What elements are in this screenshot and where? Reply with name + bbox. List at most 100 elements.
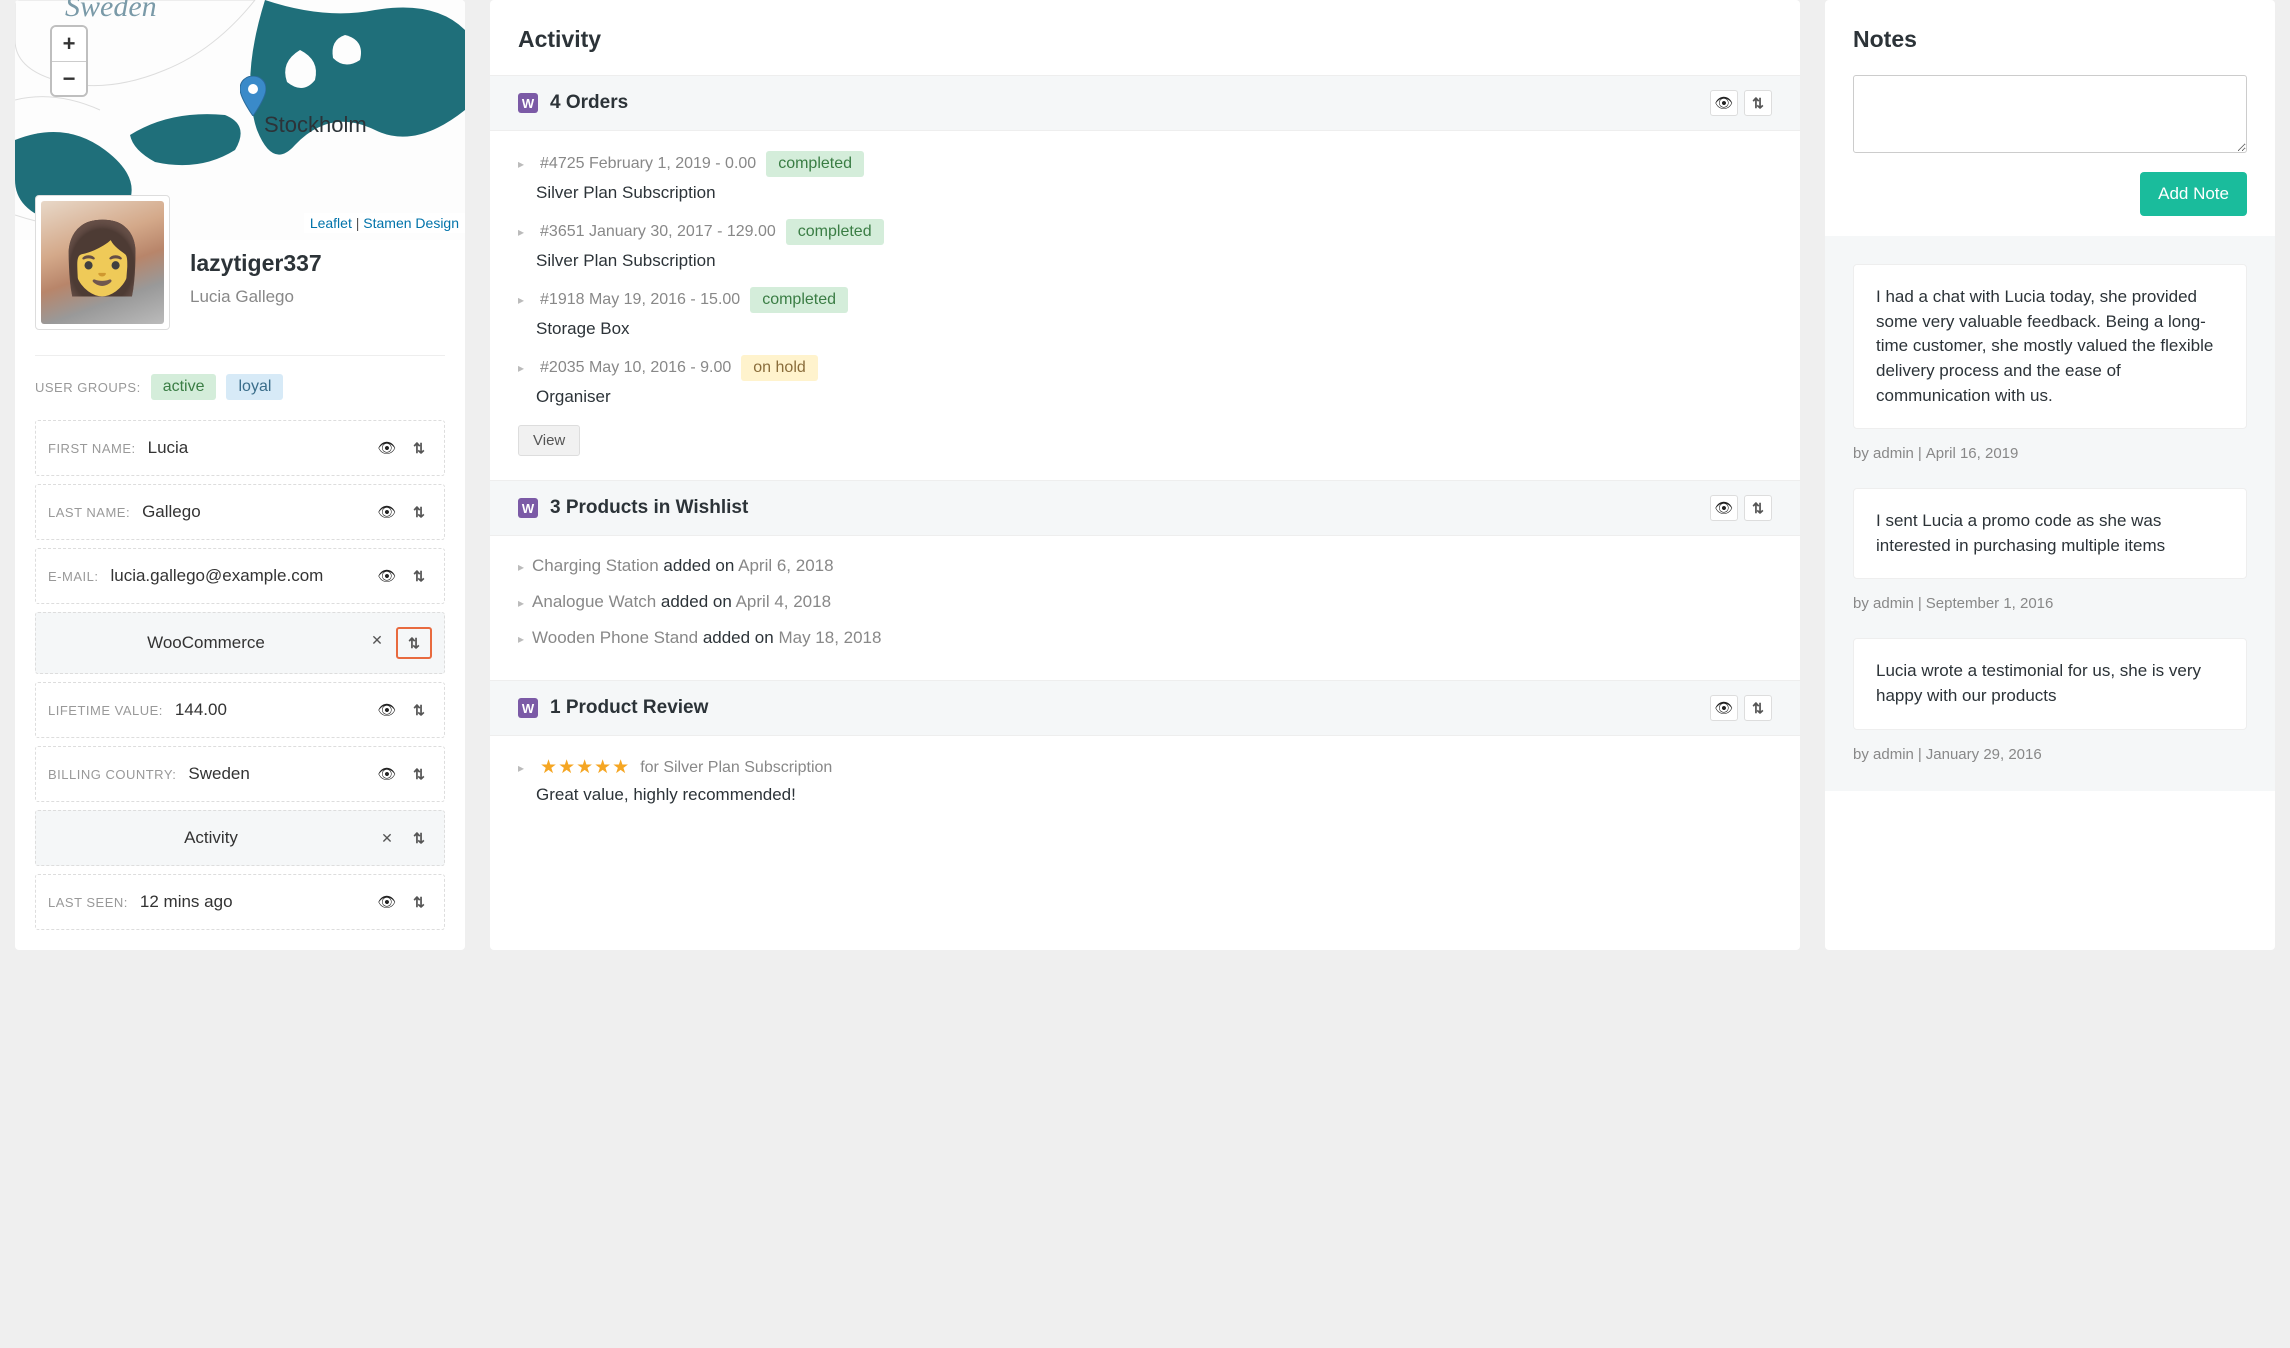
order-item: ▸#2035 May 10, 2016 - 9.00on holdOrganis… xyxy=(518,347,1772,415)
visibility-icon[interactable] xyxy=(1710,90,1738,116)
visibility-icon[interactable] xyxy=(374,761,400,787)
sort-icon[interactable] xyxy=(406,825,432,851)
field-first-name: FIRST NAME: Lucia xyxy=(35,420,445,476)
note-date-link[interactable]: September 1, 2016 xyxy=(1926,595,2054,612)
caret-icon: ▸ xyxy=(518,596,524,610)
map-city-label: Stockholm xyxy=(264,112,367,138)
sort-icon[interactable] xyxy=(401,630,427,656)
view-orders-button[interactable]: View xyxy=(518,425,580,456)
note-meta: by admin|January 29, 2016 xyxy=(1853,746,2247,763)
status-badge: completed xyxy=(750,287,848,313)
sort-icon[interactable] xyxy=(1744,90,1772,116)
fullname: Lucia Gallego xyxy=(190,287,322,307)
wishlist-item: ▸Charging Station added on April 6, 2018 xyxy=(518,548,1772,584)
reviews-title: 1 Product Review xyxy=(550,697,708,719)
note-author-link[interactable]: by admin xyxy=(1853,595,1914,612)
field-billing-country: BILLING COUNTRY: Sweden xyxy=(35,746,445,802)
wishlist-product: Charging Station xyxy=(532,556,659,575)
status-badge: completed xyxy=(786,219,884,245)
orders-list: ▸ #4725 February 1, 2019 - 0.00 completed S… xyxy=(490,131,1800,480)
caret-icon: ▸ xyxy=(518,761,524,775)
order-item: ▸ #1918 May 19, 2016 - 15.00 completed Stor… xyxy=(518,279,1772,347)
add-note-button[interactable]: Add Note xyxy=(2140,172,2247,216)
note-meta: by admin|September 1, 2016 xyxy=(1853,595,2247,612)
field-lifetime-value: LIFETIME VALUE: 144.00 xyxy=(35,682,445,738)
activity-title: Activity xyxy=(490,0,1800,75)
wishlist-section-header: W 3 Products in Wishlist xyxy=(490,480,1800,536)
caret-icon: ▸ xyxy=(518,560,524,574)
woo-badge-icon: W xyxy=(518,698,538,718)
note-author-link[interactable]: by admin xyxy=(1853,445,1914,462)
map-country-label: Sweden xyxy=(65,0,157,24)
orders-section-header: W 4 Orders xyxy=(490,75,1800,131)
visibility-icon[interactable] xyxy=(1710,495,1738,521)
sort-icon[interactable] xyxy=(406,889,432,915)
visibility-icon[interactable] xyxy=(374,499,400,525)
notes-panel: Notes Add Note I had a chat with Lucia t… xyxy=(1825,0,2275,950)
order-item: ▸#3651 January 30, 2017 - 129.00complete… xyxy=(518,211,1772,279)
section-woocommerce: WooCommerce xyxy=(35,612,445,674)
avatar xyxy=(35,195,170,330)
wishlist-product: Analogue Watch xyxy=(532,592,656,611)
order-summary: #2035 May 10, 2016 - 9.00 xyxy=(540,359,731,377)
order-product: Organiser xyxy=(518,387,1772,407)
wishlist-list: ▸Charging Station added on April 6, 2018… xyxy=(490,536,1800,680)
wishlist-item: ▸Wooden Phone Stand added on May 18, 201… xyxy=(518,620,1772,656)
group-tag-loyal[interactable]: loyal xyxy=(226,374,283,400)
status-badge: on hold xyxy=(741,355,818,381)
sort-icon[interactable] xyxy=(406,499,432,525)
map-zoom-controls: + − xyxy=(50,25,88,97)
sort-icon[interactable] xyxy=(406,563,432,589)
caret-icon: ▸ xyxy=(518,225,524,239)
review-item: ▸ ★★★★★ for Silver Plan Subscription Gre… xyxy=(490,736,1800,837)
close-icon[interactable] xyxy=(374,825,400,851)
orders-title: 4 Orders xyxy=(550,92,628,114)
notes-title: Notes xyxy=(1825,0,2275,75)
order-product: Storage Box xyxy=(518,319,1772,339)
order-product: Silver Plan Subscription xyxy=(518,251,1772,271)
note-card: I had a chat with Lucia today, she provi… xyxy=(1853,264,2247,429)
woo-badge-icon: W xyxy=(518,498,538,518)
sort-icon[interactable] xyxy=(406,761,432,787)
reviews-section-header: W 1 Product Review xyxy=(490,680,1800,736)
close-icon[interactable] xyxy=(364,627,390,653)
order-summary: #4725 February 1, 2019 - 0.00 xyxy=(540,155,756,173)
sort-icon[interactable] xyxy=(406,697,432,723)
visibility-icon[interactable] xyxy=(374,563,400,589)
visibility-icon[interactable] xyxy=(374,697,400,723)
note-input[interactable] xyxy=(1853,75,2247,153)
field-last-seen: LAST SEEN: 12 mins ago xyxy=(35,874,445,930)
note-author-link[interactable]: by admin xyxy=(1853,746,1914,763)
woo-badge-icon: W xyxy=(518,93,538,113)
note-card: I sent Lucia a promo code as she was int… xyxy=(1853,488,2247,579)
map-pin-icon xyxy=(240,76,266,116)
caret-icon: ▸ xyxy=(518,632,524,646)
sort-icon[interactable] xyxy=(1744,695,1772,721)
section-activity: Activity xyxy=(35,810,445,866)
order-summary: #1918 May 19, 2016 - 15.00 xyxy=(540,291,740,309)
username: lazytiger337 xyxy=(190,250,322,277)
user-groups-label: USER GROUPS: xyxy=(35,380,141,395)
activity-panel: Activity W 4 Orders ▸ #4725 February 1, 2… xyxy=(490,0,1800,950)
note-date-link[interactable]: April 16, 2019 xyxy=(1926,445,2019,462)
note-card: Lucia wrote a testimonial for us, she is… xyxy=(1853,638,2247,729)
sort-icon[interactable] xyxy=(1744,495,1772,521)
map-zoom-in-button[interactable]: + xyxy=(52,27,86,61)
field-email: E-MAIL: lucia.gallego@example.com xyxy=(35,548,445,604)
caret-icon: ▸ xyxy=(518,157,524,171)
visibility-icon[interactable] xyxy=(374,435,400,461)
visibility-icon[interactable] xyxy=(1710,695,1738,721)
order-product: Silver Plan Subscription xyxy=(518,183,1772,203)
map-zoom-out-button[interactable]: − xyxy=(52,61,86,95)
wishlist-date: April 4, 2018 xyxy=(736,592,831,611)
sort-icon[interactable] xyxy=(406,435,432,461)
wishlist-product: Wooden Phone Stand xyxy=(532,628,698,647)
notes-list: I had a chat with Lucia today, she provi… xyxy=(1825,236,2275,791)
group-tag-active[interactable]: active xyxy=(151,374,217,400)
note-date-link[interactable]: January 29, 2016 xyxy=(1926,746,2042,763)
wishlist-item: ▸Analogue Watch added on April 4, 2018 xyxy=(518,584,1772,620)
caret-icon: ▸ xyxy=(518,293,524,307)
profile-panel: Sweden Stockholm + − Leaflet | Stamen De… xyxy=(15,0,465,950)
order-item: ▸#4725 February 1, 2019 - 0.00completedS… xyxy=(518,143,1772,211)
visibility-icon[interactable] xyxy=(374,889,400,915)
